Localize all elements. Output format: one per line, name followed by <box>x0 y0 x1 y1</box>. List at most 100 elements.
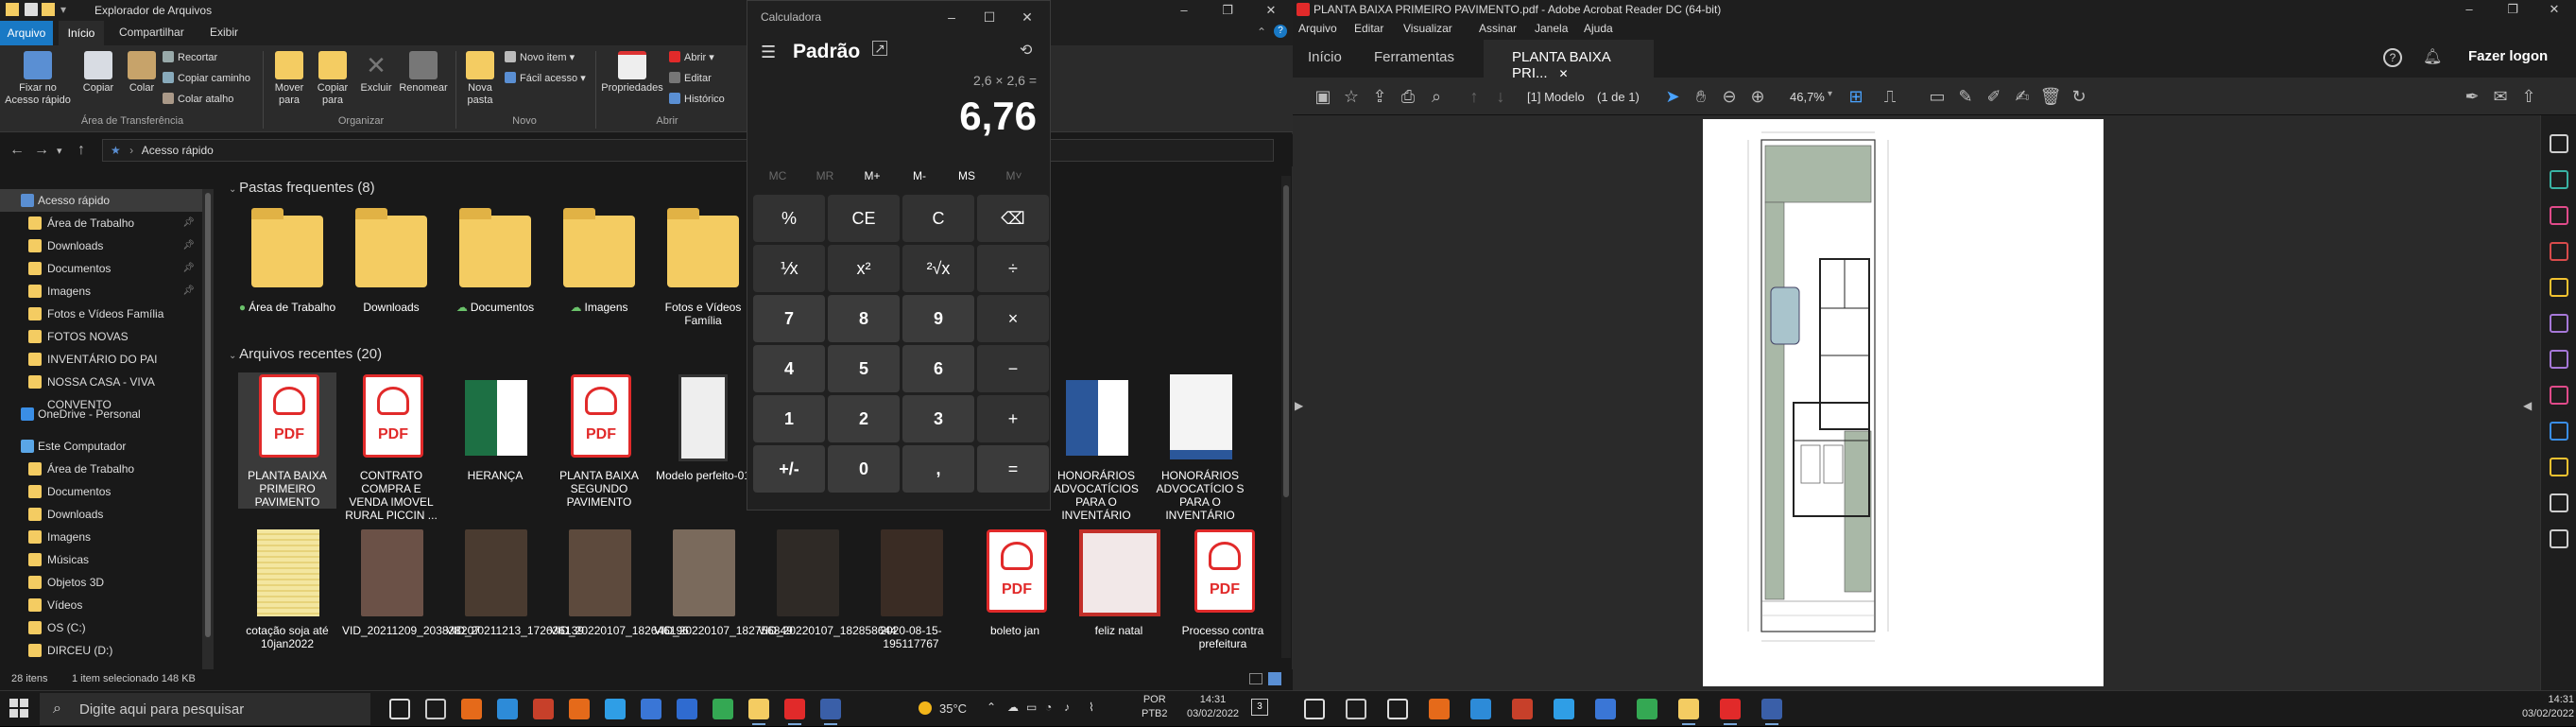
taskbar-app-icon[interactable] <box>1304 699 1325 719</box>
page-up-icon[interactable]: ↑ <box>1463 85 1485 108</box>
taskbar-app-icon[interactable] <box>389 699 410 719</box>
calc-key[interactable]: ²√x <box>902 245 974 292</box>
calc-key[interactable]: % <box>753 195 825 242</box>
file-tile[interactable]: VID_20220107_182756849 <box>654 528 793 637</box>
tool-shortcut-icon[interactable] <box>2550 278 2568 297</box>
nav-item[interactable]: Downloads <box>0 503 204 526</box>
pdf-page[interactable] <box>1703 119 2104 686</box>
zoom-search-icon[interactable]: ⌕ <box>1425 85 1448 108</box>
taskbar-app-icon[interactable] <box>425 699 446 719</box>
file-tile[interactable]: HERANÇA <box>446 372 544 482</box>
taskbar-app-icon[interactable] <box>748 699 769 725</box>
taskbar-app-icon[interactable] <box>784 699 805 725</box>
taskbar-app-icon[interactable] <box>605 699 626 719</box>
tool-shortcut-icon[interactable] <box>2550 170 2568 189</box>
copy-to-button[interactable]: Copiar para <box>312 51 353 107</box>
nav-item[interactable]: Este Computador <box>0 435 204 458</box>
windows-start-icon[interactable] <box>9 699 28 718</box>
nav-item[interactable]: OS (C:) <box>0 616 204 639</box>
network-icon[interactable]: ◔ <box>1045 701 1052 714</box>
page-down-icon[interactable]: ↓ <box>1489 85 1512 108</box>
nav-item[interactable]: Objetos 3D <box>0 571 204 594</box>
select-cursor-icon[interactable]: ➤ <box>1661 85 1684 108</box>
calc-key[interactable]: x² <box>828 245 900 292</box>
taskbar-app-icon[interactable] <box>820 699 841 725</box>
minimize-button[interactable]: – <box>2447 0 2491 19</box>
menu-item[interactable]: Arquivo <box>1298 22 1337 35</box>
tool-shortcut-icon[interactable] <box>2550 422 2568 441</box>
file-tile[interactable]: VID_20211213_172636139 <box>446 528 584 637</box>
file-tile[interactable]: 2020-08-15-195117767 <box>862 528 960 650</box>
file-tile[interactable]: HONORÁRIOS ADVOCATÍCIO S PARA O INVENTÁR… <box>1151 372 1249 522</box>
clock[interactable]: 14:31 03/02/2022 <box>1187 693 1239 721</box>
copy-button[interactable]: Copiar <box>76 51 121 95</box>
large-icons-view-icon[interactable] <box>1268 672 1281 685</box>
calc-key[interactable]: − <box>977 345 1049 392</box>
zoom-in-icon[interactable]: ⊕ <box>1746 85 1769 108</box>
file-tile[interactable]: HONORÁRIOS ADVOCATÍCIOS PARA O INVENTÁRI… <box>1047 372 1145 522</box>
taskbar-app-icon[interactable] <box>1554 699 1574 719</box>
mail-icon[interactable]: ✉ <box>2489 85 2512 108</box>
nav-item[interactable]: NOSSA CASA - VIVA CONVENTO <box>0 371 204 411</box>
nav-item[interactable]: Fotos e Vídeos Família <box>0 303 204 325</box>
file-tile[interactable]: VID_20220107_182858644 <box>758 528 897 637</box>
calc-key[interactable]: × <box>977 295 1049 342</box>
edit-tools-icon[interactable]: ✒ <box>2461 85 2483 108</box>
calc-key[interactable]: 0 <box>828 445 900 493</box>
rotate-icon[interactable]: ↻ <box>2068 85 2090 108</box>
file-tile[interactable]: Modelo perfeito-01 <box>654 372 752 482</box>
taskbar-app-icon[interactable] <box>461 699 482 719</box>
nav-item[interactable]: Área de Trabalho <box>0 458 204 480</box>
nav-item[interactable]: Vídeos <box>0 594 204 616</box>
paste-shortcut-button[interactable]: Colar atalho <box>163 93 233 105</box>
properties-icon[interactable] <box>25 3 38 16</box>
calc-key[interactable]: 8 <box>828 295 900 342</box>
tool-shortcut-icon[interactable] <box>2550 314 2568 333</box>
address-box[interactable]: ★ › Acesso rápido <box>102 139 1274 162</box>
tab-file[interactable]: Arquivo <box>0 21 53 45</box>
content-scrollbar[interactable] <box>1281 176 1291 658</box>
file-tile[interactable]: cotação soja até 10jan2022 <box>238 528 336 650</box>
scroll-thumb[interactable] <box>205 193 211 637</box>
zoom-dropdown-icon[interactable]: ▾ <box>1828 89 1832 99</box>
zoom-out-icon[interactable]: ⊖ <box>1718 85 1741 108</box>
folder-tile[interactable]: Downloads <box>342 204 440 314</box>
calc-key[interactable]: + <box>977 395 1049 442</box>
delete-icon[interactable]: 🗑︎ <box>2039 85 2062 108</box>
maximize-button[interactable]: ❐ <box>1206 0 1249 21</box>
recent-files-header[interactable]: ⌄ Arquivos recentes (20) <box>229 346 382 362</box>
taskbar-app-icon[interactable] <box>1429 699 1450 719</box>
close-button[interactable]: ✕ <box>1249 0 1293 21</box>
tool-shortcut-icon[interactable] <box>2550 206 2568 225</box>
tool-shortcut-icon[interactable] <box>2550 493 2568 512</box>
nav-item[interactable]: Acesso rápido <box>0 189 204 212</box>
calc-key[interactable]: ⅟x <box>753 245 825 292</box>
frequent-folders-header[interactable]: ⌄ Pastas frequentes (8) <box>229 180 375 196</box>
memory-button[interactable]: MS <box>944 169 989 182</box>
clock-secondary[interactable]: 14:31 03/02/2022 <box>2521 693 2574 721</box>
taskbar-app-icon[interactable] <box>1470 699 1491 719</box>
upload-icon[interactable]: ⇪ <box>1368 85 1391 108</box>
memory-button[interactable]: MR <box>802 169 848 182</box>
edit-button[interactable]: Editar <box>669 72 712 84</box>
nav-item[interactable]: FOTOS NOVAS <box>0 325 204 348</box>
calc-key[interactable]: = <box>977 445 1049 493</box>
notification-center-icon[interactable]: 3 <box>1251 699 1268 716</box>
nav-item[interactable]: Músicas <box>0 548 204 571</box>
tool-shortcut-icon[interactable] <box>2550 386 2568 405</box>
maximize-button[interactable]: ❐ <box>2491 0 2534 19</box>
nav-item[interactable]: Imagens 📌︎ <box>0 280 204 303</box>
wifi-icon[interactable]: ⌇ <box>1089 701 1094 714</box>
menu-item[interactable]: Visualizar <box>1403 22 1452 35</box>
nav-item[interactable]: INVENTÁRIO DO PAI <box>0 348 204 371</box>
language-indicator[interactable]: POR PTB2 <box>1142 693 1168 721</box>
move-to-button[interactable]: Mover para <box>268 51 310 107</box>
bell-icon[interactable]: 🔔︎ <box>2423 47 2442 66</box>
taskbar-app-icon[interactable] <box>569 699 590 719</box>
minimize-button[interactable]: – <box>1162 0 1206 21</box>
page-number[interactable]: [1] Modelo <box>1527 90 1585 104</box>
nav-scrollbar[interactable] <box>202 189 214 671</box>
comment-icon[interactable]: ▭ <box>1926 85 1949 108</box>
tool-shortcut-icon[interactable] <box>2550 529 2568 548</box>
file-tile[interactable]: VID_20211209_203838207 <box>342 528 480 637</box>
